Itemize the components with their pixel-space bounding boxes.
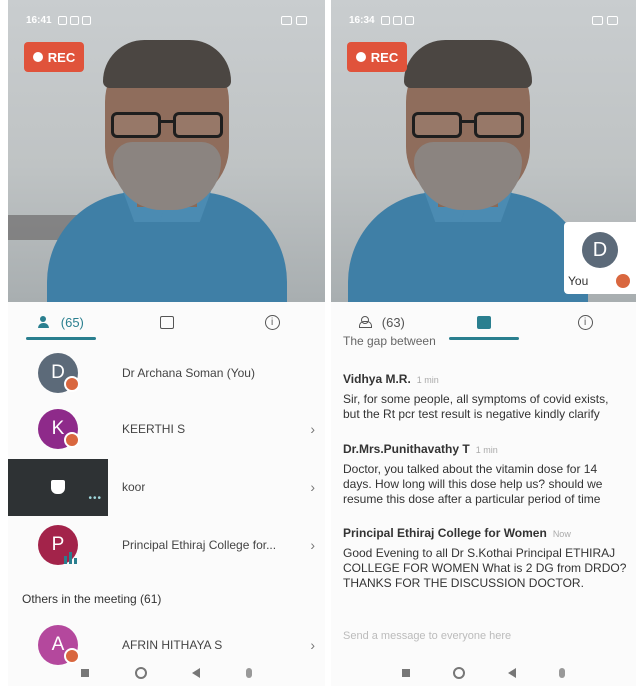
meeting-tabs: (65) i [8,302,325,342]
recording-badge: REC [24,42,84,72]
self-label: You [568,274,589,288]
speaker-figure [46,40,287,302]
more-dots-icon: ••• [88,492,102,504]
message-body: Sir, for some people, all symptoms of co… [343,392,609,421]
participant-video-thumb: ••• [8,458,108,516]
participants-screen: 16:41 REC (65) i D Dr Archana Soman (You… [8,0,325,686]
chat-message: Vidhya M.R. 1 min Sir, for some people, a… [343,372,628,422]
notification-icon [380,15,390,25]
chat-icon [159,315,174,329]
mute-icon [64,376,80,392]
speaker-figure [348,40,589,302]
participant-count: (65) [60,314,84,330]
message-sender: Dr.Mrs.Punithavathy T [343,442,470,456]
back-button[interactable] [507,668,516,678]
message-sender: Vidhya M.R. [343,372,411,386]
participant-name: Dr Archana Soman (You) [122,366,255,380]
signal-icon [592,15,603,25]
message-input[interactable]: Send a message to everyone here [343,630,628,642]
message-sender: Principal Ethiraj College for Women [343,526,547,540]
mute-icon [64,432,80,448]
message-time: Now [552,529,571,539]
notification-icon [69,15,79,25]
record-dot-icon [32,52,43,62]
self-view-tile[interactable]: D You [564,222,636,294]
back-button[interactable] [192,668,201,678]
participant-name: KEERTHI S [122,422,186,436]
notification-icon [57,15,67,25]
participant-row[interactable]: ••• koor › [8,456,325,518]
recording-badge: REC [347,42,407,72]
participant-row[interactable]: P Principal Ethiraj College for... › [8,514,325,576]
home-button[interactable] [453,667,466,679]
message-time: 1 min [416,375,439,385]
participant-name: Principal Ethiraj College for... [122,538,277,552]
rec-label: REC [370,49,399,65]
others-header: Others in the meeting (61) [22,592,162,606]
accessibility-button[interactable] [558,668,565,678]
notification-icon [81,15,91,25]
battery-icon [296,15,307,25]
battery-icon [607,15,618,25]
tab-chat[interactable] [114,302,220,342]
message-body: Doctor, you talked about the vitamin dos… [343,462,603,506]
signal-icon [281,15,292,25]
chat-messages: The gap between Vidhya M.R. 1 min Sir, fo… [331,334,636,646]
status-bar: 16:34 [331,0,636,40]
message-body: Good Evening to all Dr S.Kothai Principa… [343,546,627,590]
pin-icon [51,480,65,494]
message-time: 1 min [475,445,498,455]
chat-message: Dr.Mrs.Punithavathy T 1 min Doctor, you t… [343,442,628,507]
participant-name: AFRIN HITHAYA S [122,638,223,652]
chevron-right-icon[interactable]: › [310,637,315,653]
recents-button[interactable] [402,669,411,677]
home-button[interactable] [134,667,147,679]
chevron-right-icon[interactable]: › [310,421,315,437]
system-nav-bar [331,660,636,686]
info-icon: i [577,314,593,330]
notification-icon [404,15,414,25]
recents-button[interactable] [80,669,89,677]
participant-list: D Dr Archana Soman (You) K KEERTHI S › •… [8,342,325,686]
chevron-right-icon[interactable]: › [310,479,315,495]
chat-message: Principal Ethiraj College for Women Now G… [343,526,628,591]
participant-count: (63) [381,314,405,330]
system-nav-bar [8,660,325,686]
record-dot-icon [355,52,366,62]
truncated-message: The gap between [343,334,436,348]
status-time: 16:34 [349,14,375,26]
mute-icon [616,274,630,288]
rec-label: REC [47,49,76,65]
info-icon: i [264,314,280,330]
avatar: D [582,232,618,268]
chevron-right-icon[interactable]: › [310,537,315,553]
people-icon [37,316,56,328]
chat-icon [476,315,491,329]
tab-info[interactable]: i [219,302,325,342]
accessibility-button[interactable] [246,668,253,678]
participant-name: koor [122,480,146,494]
status-bar: 16:41 [8,0,325,40]
tab-participants[interactable]: (65) [8,302,114,342]
participant-row[interactable]: K KEERTHI S › [8,398,325,460]
tab-info[interactable]: i [534,302,636,342]
status-time: 16:41 [26,14,52,26]
tab-chat[interactable] [433,302,535,342]
notification-icon [392,15,402,25]
chat-screen: 16:34 REC D You (63) i The gap between V… [331,0,636,686]
audio-bars-icon [64,550,78,564]
people-icon [358,316,377,328]
participant-row[interactable]: D Dr Archana Soman (You) [8,342,325,404]
